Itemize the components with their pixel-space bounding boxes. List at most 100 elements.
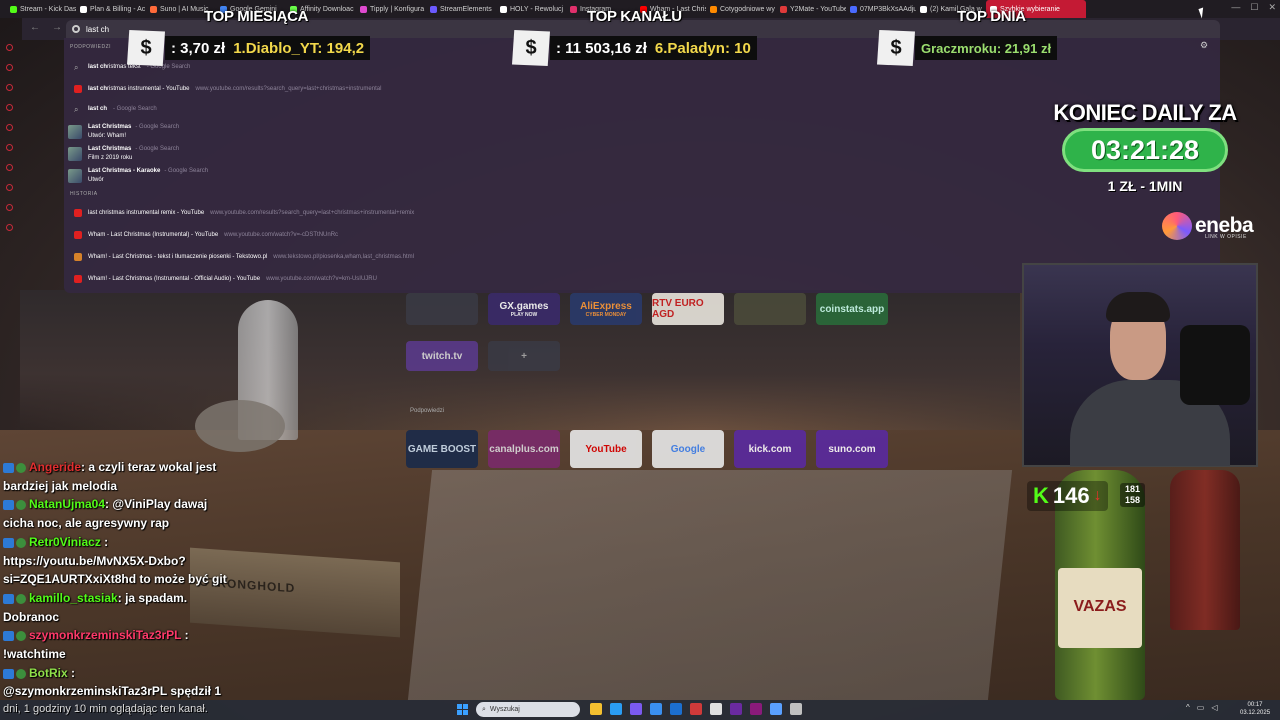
youtube-icon xyxy=(74,85,82,93)
browser-tab[interactable]: HOLY - Rewolucj xyxy=(496,0,566,18)
sidebar-icon-4[interactable] xyxy=(5,104,13,111)
taskbar-app-icon[interactable] xyxy=(690,703,702,715)
speed-dial-tile[interactable]: Google xyxy=(652,430,724,468)
history-item[interactable]: last christmas instrumental remix - YouT… xyxy=(74,206,414,220)
speed-dial-tile[interactable]: coinstats.app xyxy=(816,293,888,325)
tab-label: StreamElements xyxy=(440,5,492,13)
browser-tab[interactable]: StreamElements xyxy=(426,0,496,18)
chat-username[interactable]: Retr0Viniacz xyxy=(29,535,101,549)
speed-dial-tile[interactable]: YouTube xyxy=(570,430,642,468)
speed-dial-tile[interactable]: twitch.tv xyxy=(406,341,478,371)
back-icon[interactable]: ← xyxy=(30,22,40,33)
speed-dial-tile[interactable]: RTV EURO AGD xyxy=(652,293,724,325)
rich-suggestion-source: - Google Search xyxy=(135,124,180,130)
history-item[interactable]: Wham! - Last Christmas (Instrumental - O… xyxy=(74,272,377,286)
windows-start-icon[interactable] xyxy=(457,704,468,715)
suggestion-item[interactable]: ⌕ last ch - Google Search xyxy=(74,102,157,116)
chat-message-text: https://youtu.be/MvNX5X-Dxbo? xyxy=(3,553,186,568)
taskbar-clock[interactable]: 00:17 03.12.2025 xyxy=(1240,701,1270,717)
daily-countdown-timer: 03:21:28 xyxy=(1062,128,1228,172)
settings-icon[interactable]: ⚙ xyxy=(1200,40,1208,51)
sidebar-icon-3[interactable] xyxy=(5,84,13,91)
chat-badge-icon xyxy=(3,500,14,511)
speed-dial-tile[interactable]: canalplus.com xyxy=(488,430,560,468)
speed-dial-tile-label: RTV EURO AGD xyxy=(652,298,704,320)
taskbar-app-icon[interactable] xyxy=(650,703,662,715)
sidebar-icon-9[interactable] xyxy=(5,204,13,211)
chat-username[interactable]: kamillo_stasiak xyxy=(29,591,118,605)
chat-username[interactable]: BotRix xyxy=(29,666,68,680)
address-bar-input[interactable]: last ch xyxy=(86,25,109,34)
history-url: www.youtube.com/watch?v=-cDSTtNUnRc xyxy=(224,232,339,238)
taskbar-app-icon[interactable] xyxy=(770,703,782,715)
chat-username[interactable]: Angeride xyxy=(29,460,81,474)
browser-tab[interactable]: Plan & Billing - Ac xyxy=(76,0,146,18)
browser-tab[interactable]: Tipply | Konfigura xyxy=(356,0,426,18)
browser-tab[interactable]: Stream - Kick Das xyxy=(6,0,76,18)
chat-username[interactable]: szymonkrzeminskiTaz3rPL xyxy=(29,628,181,642)
sidebar-icon-8[interactable] xyxy=(5,184,13,191)
rich-suggestion-source: - Google Search xyxy=(164,168,209,174)
rich-suggestion-item[interactable]: Last Christmas - Karaoke - Google Search U… xyxy=(68,166,208,186)
taskbar-app-icon[interactable] xyxy=(790,703,802,715)
bottle-illustration xyxy=(1170,470,1240,630)
history-item[interactable]: Wham - Last Christmas (Instrumental) - Y… xyxy=(74,228,338,242)
volume-icon[interactable]: ◁ xyxy=(1211,703,1217,712)
speed-dial-tile[interactable]: AliExpress CYBER MONDAY xyxy=(570,293,642,325)
history-title: Wham! - Last Christmas (Instrumental - O… xyxy=(88,276,261,282)
taskbar-app-icon[interactable] xyxy=(710,703,722,715)
speed-dial-tile[interactable] xyxy=(734,293,806,325)
chat-message: kamillo_stasiak: ja spadam. xyxy=(0,589,460,608)
taskbar-search[interactable]: ⌕ Wyszukaj xyxy=(476,702,580,717)
history-title: last christmas instrumental remix - YouT… xyxy=(88,210,205,216)
sidebar-icon-1[interactable] xyxy=(5,44,13,51)
taskbar-app-icon[interactable] xyxy=(630,703,642,715)
suggestion-text: last ch xyxy=(88,106,107,112)
browser-tab[interactable]: Y2Mate - YouTube xyxy=(776,0,846,18)
youtube-icon xyxy=(74,231,82,239)
chat-username[interactable]: NatanUjma04 xyxy=(29,497,105,511)
history-item[interactable]: Wham! - Last Christmas - tekst i tłumacz… xyxy=(74,250,414,264)
speed-dial-tile-sublabel: CYBER MONDAY xyxy=(585,311,627,318)
sidebar-icon-10[interactable] xyxy=(5,224,13,231)
browser-tab[interactable]: 07MP3BkXsAAdju xyxy=(846,0,916,18)
close-window-button[interactable]: ✕ xyxy=(1268,2,1276,13)
tab-favicon-icon xyxy=(150,5,157,13)
tab-favicon-icon xyxy=(80,5,87,13)
sidebar-icon-5[interactable] xyxy=(5,124,13,131)
minimize-button[interactable]: — xyxy=(1231,2,1240,13)
follower-stat-b: 158 xyxy=(1125,495,1141,505)
suggestion-thumbnail xyxy=(68,169,82,183)
suggestion-source: www.youtube.com/results?search_query=las… xyxy=(195,86,382,92)
speed-dial-tile[interactable]: GX.games PLAY NOW xyxy=(488,293,560,325)
taskbar-app-icon[interactable] xyxy=(590,703,602,715)
top-month-box: $ : 3,70 zł 1.Diablo_YT: 194,2 xyxy=(127,30,371,66)
speed-dial-tile[interactable]: suno.com xyxy=(816,430,888,468)
taskbar-app-icon[interactable] xyxy=(670,703,682,715)
maximize-button[interactable]: ☐ xyxy=(1250,2,1258,13)
speed-dial-tile[interactable] xyxy=(406,293,478,325)
taskbar-app-icon[interactable] xyxy=(750,703,762,715)
top-channel-amount: : 11 503,16 zł xyxy=(556,39,647,57)
taskbar-app-icon[interactable] xyxy=(610,703,622,715)
chevron-up-icon[interactable]: ^ xyxy=(1186,703,1190,712)
chat-message-text: bardziej jak melodia xyxy=(3,478,118,493)
chat-message: BotRix : xyxy=(0,664,460,683)
browser-tab[interactable]: Cotygodniowe wy xyxy=(706,0,776,18)
rich-suggestion-item[interactable]: Last Christmas - Google Search Utwór: Wham… xyxy=(68,122,179,142)
follower-stat-a: 181 xyxy=(1125,484,1141,494)
taskbar-app-icon[interactable] xyxy=(730,703,742,715)
chat-message-text: : ja spadam. xyxy=(117,590,188,605)
network-icon[interactable]: ▭ xyxy=(1197,703,1205,712)
speed-dial-tile[interactable]: kick.com xyxy=(734,430,806,468)
speed-dial-tile[interactable]: + xyxy=(488,341,560,371)
forward-icon[interactable]: → xyxy=(52,22,62,33)
suggestion-item[interactable]: last christmas instrumental - YouTube www… xyxy=(74,82,381,96)
daily-rate-text: 1 ZŁ - 1MIN xyxy=(1107,178,1183,194)
sidebar-icon-2[interactable] xyxy=(5,64,13,71)
sidebar-icon-6[interactable] xyxy=(5,144,13,151)
sidebar-icon-7[interactable] xyxy=(5,164,13,171)
search-icon: ⌕ xyxy=(74,105,79,114)
verified-badge-icon xyxy=(16,631,26,642)
rich-suggestion-item[interactable]: Last Christmas - Google Search Film z 2019… xyxy=(68,144,179,164)
